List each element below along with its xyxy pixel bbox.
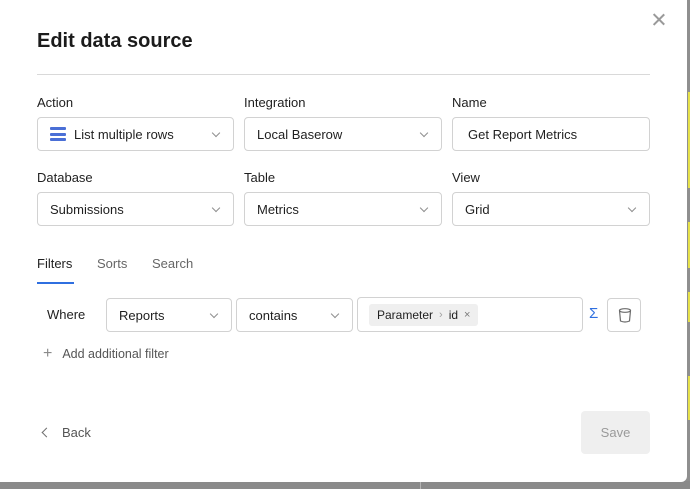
database-value: Submissions bbox=[50, 201, 124, 217]
chevron-down-icon bbox=[627, 203, 637, 213]
chevron-left-icon bbox=[41, 427, 52, 438]
tab-sorts[interactable]: Sorts bbox=[97, 256, 127, 271]
chip-part-id: id bbox=[448, 308, 459, 322]
chevron-down-icon bbox=[211, 128, 221, 138]
formula-sigma-icon[interactable]: Σ bbox=[589, 305, 598, 322]
integration-label: Integration bbox=[244, 95, 306, 110]
chip-remove-icon[interactable]: × bbox=[464, 309, 470, 321]
title-divider bbox=[37, 74, 650, 75]
chevron-down-icon bbox=[419, 128, 429, 138]
back-label: Back bbox=[62, 425, 91, 440]
chevron-down-icon bbox=[419, 203, 429, 213]
chevron-right-icon: › bbox=[439, 309, 443, 321]
filter-operator-value: contains bbox=[249, 307, 298, 323]
modal-title: Edit data source bbox=[37, 30, 193, 52]
filter-field-value: Reports bbox=[119, 307, 165, 323]
trash-icon bbox=[618, 308, 632, 323]
name-label: Name bbox=[452, 95, 487, 110]
name-value: Get Report Metrics bbox=[468, 126, 578, 142]
active-tab-indicator bbox=[37, 282, 74, 284]
add-filter-label: Add additional filter bbox=[62, 347, 169, 361]
action-label: Action bbox=[37, 95, 74, 110]
view-dropdown[interactable]: Grid bbox=[452, 192, 650, 226]
formula-chip[interactable]: Parameter › id × bbox=[369, 304, 479, 326]
back-button[interactable]: Back bbox=[41, 425, 91, 440]
save-button[interactable]: Save bbox=[581, 411, 650, 454]
add-filter-button[interactable]: + Add additional filter bbox=[43, 346, 169, 362]
background-divider bbox=[420, 481, 421, 489]
table-dropdown[interactable]: Metrics bbox=[244, 192, 442, 226]
background-footer bbox=[0, 481, 690, 489]
integration-dropdown[interactable]: Local Baserow bbox=[244, 117, 442, 151]
action-dropdown[interactable]: List multiple rows bbox=[37, 117, 234, 151]
plus-icon: + bbox=[43, 345, 53, 362]
integration-value: Local Baserow bbox=[257, 126, 343, 142]
tab-filters[interactable]: Filters bbox=[37, 256, 72, 271]
filter-field-dropdown[interactable]: Reports bbox=[106, 298, 232, 332]
database-dropdown[interactable]: Submissions bbox=[37, 192, 234, 226]
table-value: Metrics bbox=[257, 201, 299, 217]
action-value: List multiple rows bbox=[74, 126, 174, 142]
view-value: Grid bbox=[465, 201, 490, 217]
tab-search[interactable]: Search bbox=[152, 256, 193, 271]
chevron-down-icon bbox=[209, 309, 219, 319]
view-label: View bbox=[452, 170, 480, 185]
list-rows-icon bbox=[50, 127, 66, 141]
edit-data-source-modal: Edit data source Action List multiple ro… bbox=[0, 0, 687, 482]
chevron-down-icon bbox=[211, 203, 221, 213]
chevron-down-icon bbox=[330, 309, 340, 319]
delete-filter-button[interactable] bbox=[607, 298, 641, 332]
name-input[interactable]: Get Report Metrics bbox=[452, 117, 650, 151]
filter-operator-dropdown[interactable]: contains bbox=[236, 298, 353, 332]
close-icon[interactable] bbox=[650, 11, 668, 29]
chip-part-parameter: Parameter bbox=[377, 308, 434, 322]
database-label: Database bbox=[37, 170, 93, 185]
filter-where-label: Where bbox=[47, 307, 86, 322]
table-label: Table bbox=[244, 170, 276, 185]
